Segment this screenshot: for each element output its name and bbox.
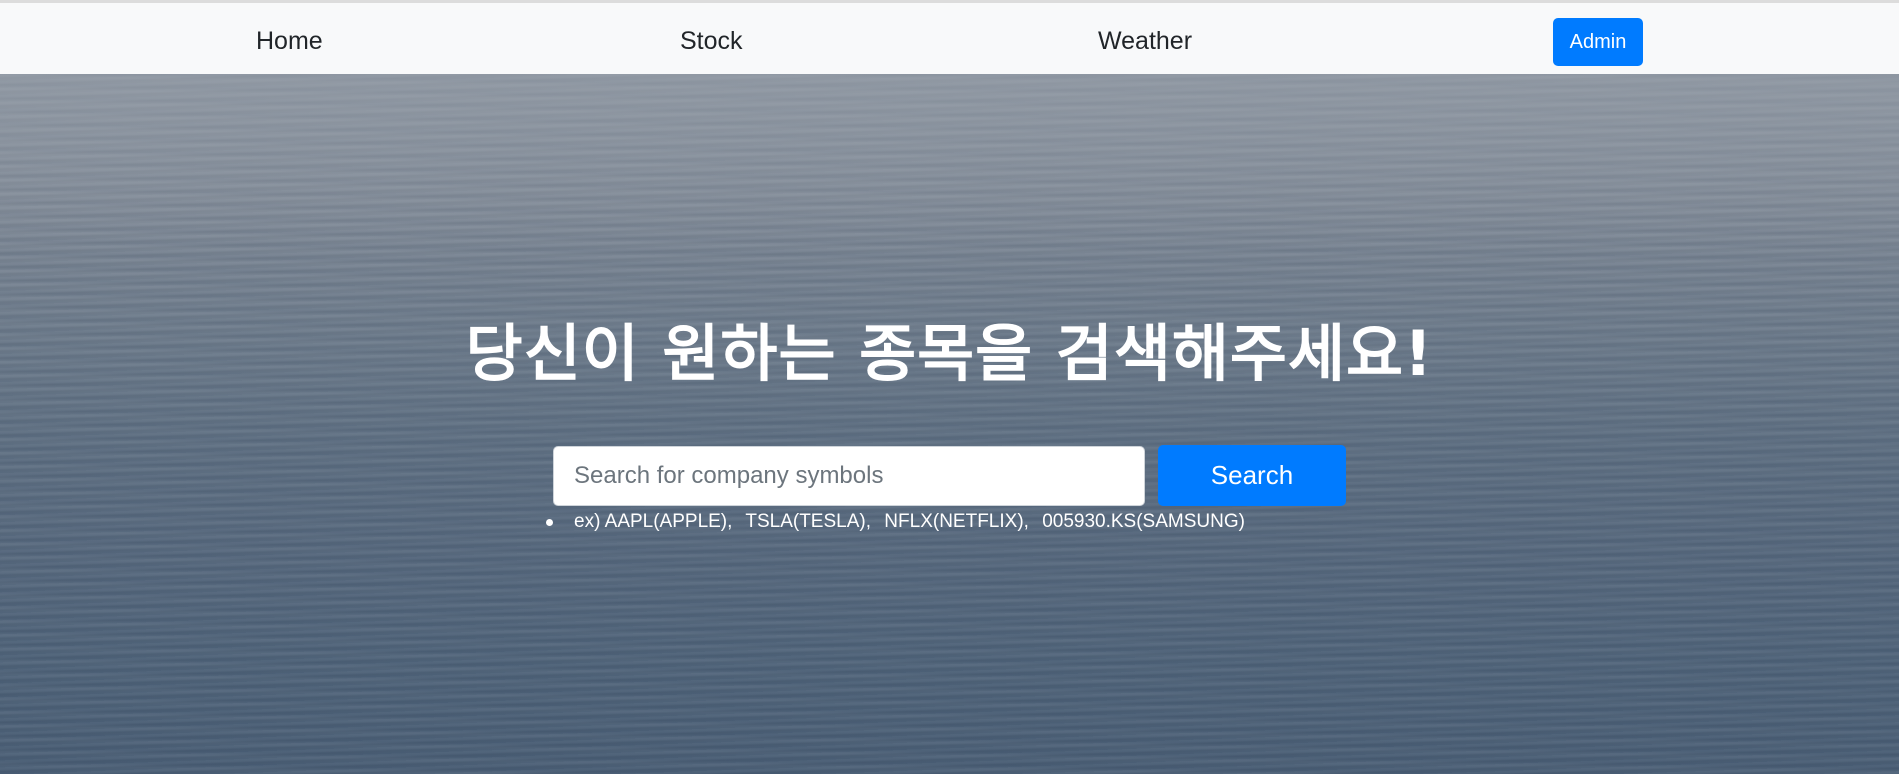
bullet-icon [546, 519, 553, 526]
admin-button[interactable]: Admin [1553, 18, 1643, 66]
example-symbol-nflx: NFLX(NETFLIX), [884, 511, 1029, 532]
symbol-search-input[interactable] [553, 446, 1145, 506]
nav-link-weather[interactable]: Weather [1098, 26, 1192, 56]
example-symbols-list: ex) AAPL(APPLE), TSLA(TESLA), NFLX(NETFL… [545, 510, 1245, 534]
example-symbol-samsung: 005930.KS(SAMSUNG) [1042, 511, 1245, 532]
hero-section: 당신이 원하는 종목을 검색해주세요! Search ex) AAPL(APPL… [0, 74, 1899, 774]
examples-prefix: ex) [574, 511, 601, 532]
example-symbols-item: ex) AAPL(APPLE), TSLA(TESLA), NFLX(NETFL… [545, 510, 1245, 534]
nav-link-stock[interactable]: Stock [680, 26, 743, 56]
nav-link-home[interactable]: Home [256, 26, 323, 56]
example-symbol-aapl: AAPL(APPLE), [604, 511, 733, 532]
hero-title: 당신이 원하는 종목을 검색해주세요! [465, 317, 1434, 390]
search-button[interactable]: Search [1158, 445, 1346, 506]
navbar: Home Stock Weather Admin [0, 0, 1899, 74]
hero-background-fog [0, 74, 1899, 254]
example-symbol-tsla: TSLA(TESLA), [745, 511, 872, 532]
